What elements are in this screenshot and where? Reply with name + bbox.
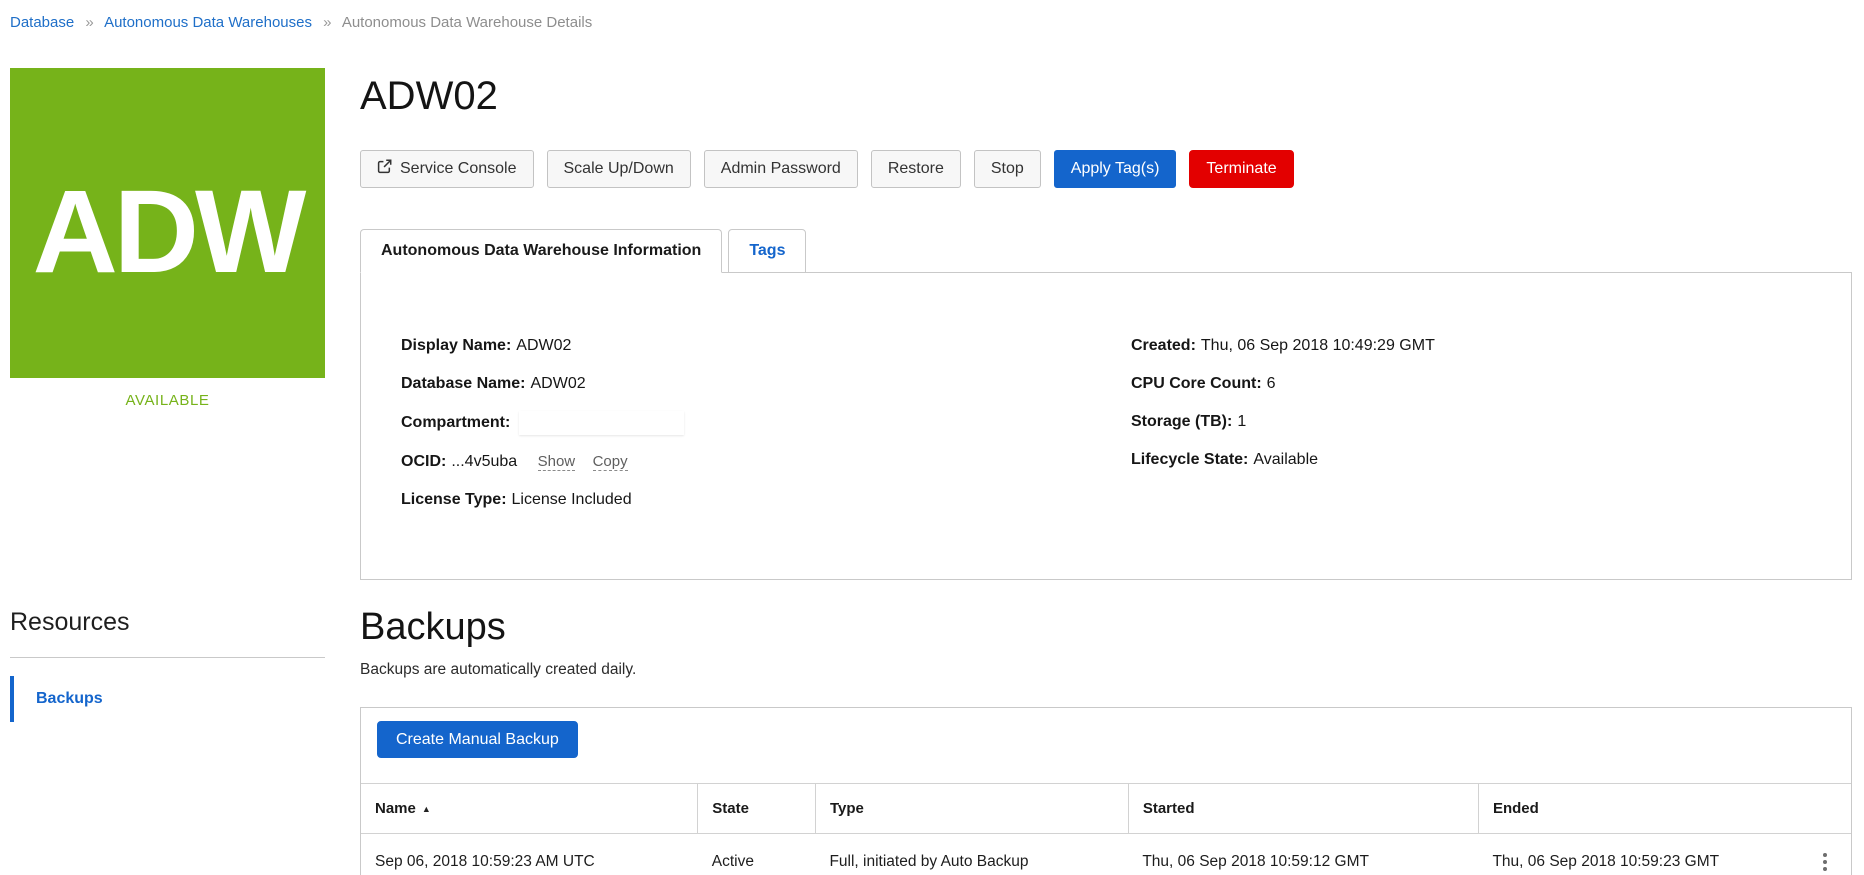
field-value: ADW02 <box>530 375 586 392</box>
apply-tags-button[interactable]: Apply Tag(s) <box>1053 150 1177 188</box>
field-value: 1 <box>1237 413 1247 430</box>
cell-backup-state: Active <box>697 833 816 875</box>
breadcrumb-link-autonomous-data-warehouses[interactable]: Autonomous Data Warehouses <box>104 14 312 31</box>
breadcrumb-separator: » <box>85 14 94 31</box>
field-label: Created: <box>1131 337 1196 354</box>
field-label: Lifecycle State: <box>1131 451 1249 468</box>
column-header-state[interactable]: State <box>697 783 816 834</box>
field-ocid: OCID: ...4v5uba Show Copy <box>401 451 1131 473</box>
details-left-column: Display Name: ADW02 Database Name: ADW02 C… <box>401 335 1131 579</box>
main-content: ADW02 Service Console Scale Up/Down Admi… <box>360 60 1852 875</box>
field-license-type: License Type: License Included <box>401 489 1131 511</box>
compartment-redacted-value <box>519 411 685 435</box>
service-console-button[interactable]: Service Console <box>360 150 534 188</box>
field-label: OCID: <box>401 453 447 470</box>
field-database-name: Database Name: ADW02 <box>401 373 1131 395</box>
field-label: Storage (TB): <box>1131 413 1233 430</box>
terminate-button[interactable]: Terminate <box>1189 150 1294 188</box>
sidebar-item-label: Backups <box>36 690 103 707</box>
admin-password-button[interactable]: Admin Password <box>703 150 858 188</box>
field-created: Created: Thu, 06 Sep 2018 10:49:29 GMT <box>1131 335 1851 357</box>
backups-table: Name ▲ State Type Started Ended Sep 06, 2… <box>361 783 1851 875</box>
field-storage-tb: Storage (TB): 1 <box>1131 411 1851 433</box>
tab-bar: Autonomous Data Warehouse Information Ta… <box>360 228 1852 273</box>
backups-heading: Backups <box>360 606 506 648</box>
field-value: Thu, 06 Sep 2018 10:49:29 GMT <box>1200 337 1435 354</box>
field-label: CPU Core Count: <box>1131 375 1262 392</box>
breadcrumb-current: Autonomous Data Warehouse Details <box>341 14 593 31</box>
field-compartment: Compartment: <box>401 411 1131 435</box>
column-header-started[interactable]: Started <box>1127 783 1479 834</box>
resources-heading: Resources <box>10 608 130 636</box>
tab-adw-information[interactable]: Autonomous Data Warehouse Information <box>360 229 723 273</box>
adw-badge: ADW <box>10 68 325 378</box>
field-label: Display Name: <box>401 337 512 354</box>
column-header-ended[interactable]: Ended <box>1477 783 1851 834</box>
breadcrumb-link-database[interactable]: Database <box>10 14 74 31</box>
backups-panel: Create Manual Backup Name ▲ State Type St… <box>360 707 1852 875</box>
resources-divider <box>10 657 325 658</box>
sidebar-item-backups[interactable]: Backups <box>10 676 325 722</box>
cell-backup-type: Full, initiated by Auto Backup <box>815 833 1129 875</box>
field-label: Compartment: <box>401 414 511 432</box>
field-label: License Type: <box>401 491 507 508</box>
cell-backup-started: Thu, 06 Sep 2018 10:59:12 GMT <box>1128 833 1479 875</box>
table-row: Sep 06, 2018 10:59:23 AM UTC Active Full… <box>361 833 1851 875</box>
field-value: ...4v5uba <box>451 453 518 470</box>
backups-subtitle: Backups are automatically created daily. <box>360 661 637 678</box>
cell-backup-name: Sep 06, 2018 10:59:23 AM UTC <box>361 833 698 875</box>
field-lifecycle-state: Lifecycle State: Available <box>1131 449 1851 471</box>
adw-information-panel: Display Name: ADW02 Database Name: ADW02 C… <box>360 272 1852 580</box>
field-value: ADW02 <box>516 337 572 354</box>
field-value: 6 <box>1266 375 1276 392</box>
restore-button[interactable]: Restore <box>870 150 961 188</box>
tab-tags[interactable]: Tags <box>728 229 807 273</box>
field-value: License Included <box>511 491 632 508</box>
breadcrumb: Database » Autonomous Data Warehouses » … <box>10 14 592 31</box>
action-toolbar: Service Console Scale Up/Down Admin Pass… <box>360 150 1852 188</box>
kebab-menu-icon[interactable] <box>1815 851 1835 873</box>
scale-up-down-button[interactable]: Scale Up/Down <box>546 150 691 188</box>
column-label: Name <box>375 800 416 817</box>
cell-backup-ended: Thu, 06 Sep 2018 10:59:23 GMT <box>1492 853 1720 870</box>
column-header-name[interactable]: Name ▲ <box>361 783 698 834</box>
field-cpu-core-count: CPU Core Count: 6 <box>1131 373 1851 395</box>
stop-button[interactable]: Stop <box>973 150 1041 188</box>
ocid-show-link[interactable]: Show <box>537 453 576 471</box>
external-link-icon <box>377 159 392 179</box>
resources-nav: Resources Backups <box>10 608 325 722</box>
table-header-row: Name ▲ State Type Started Ended <box>361 783 1851 834</box>
ocid-copy-link[interactable]: Copy <box>592 453 628 471</box>
create-manual-backup-button[interactable]: Create Manual Backup <box>377 721 578 758</box>
page-title: ADW02 <box>360 74 498 118</box>
adw-badge-text: ADW <box>32 166 307 298</box>
column-header-type[interactable]: Type <box>814 783 1129 834</box>
field-display-name: Display Name: ADW02 <box>401 335 1131 357</box>
details-right-column: Created: Thu, 06 Sep 2018 10:49:29 GMT CP… <box>1131 335 1851 579</box>
sort-ascending-icon: ▲ <box>421 804 431 814</box>
field-label: Database Name: <box>401 375 526 392</box>
service-console-label: Service Console <box>400 160 517 177</box>
field-value: Available <box>1253 451 1319 468</box>
status-badge: AVAILABLE <box>125 392 210 409</box>
breadcrumb-separator: » <box>323 14 332 31</box>
